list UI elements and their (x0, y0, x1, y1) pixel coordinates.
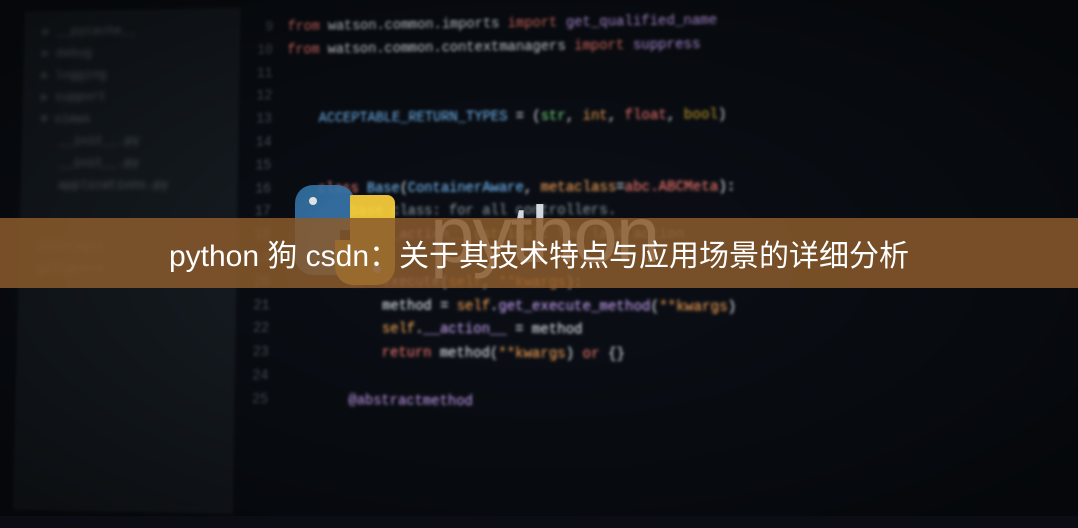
line-number: 22 (235, 318, 284, 342)
line-number: 25 (234, 389, 283, 413)
line-number: 24 (235, 365, 284, 389)
line-number: 23 (235, 342, 284, 366)
article-title: python 狗 csdn：关于其技术特点与应用场景的详细分析 (169, 231, 909, 275)
sidebar-item: __init__.py (21, 151, 238, 175)
title-banner: python 狗 csdn：关于其技术特点与应用场景的详细分析 (0, 218, 1078, 288)
sidebar-item: ▸ debug (24, 40, 240, 65)
line-number: 16 (237, 178, 285, 201)
line-number: 13 (238, 109, 286, 133)
sidebar-item: applications.py (21, 173, 238, 196)
line-number: 9 (240, 17, 288, 41)
line-number: 10 (239, 40, 287, 64)
line-number: 12 (239, 86, 287, 110)
sidebar-item: ▾ views (22, 106, 239, 130)
sidebar-item: __init__.py (22, 128, 239, 152)
sidebar-item: ▸ support (23, 84, 239, 108)
line-number: 15 (238, 155, 286, 178)
line-number: 11 (239, 63, 287, 87)
line-number: 14 (238, 132, 286, 155)
sidebar-item: ▸ logging (23, 62, 239, 87)
sidebar-item: ▸ __pycache__ (24, 18, 240, 43)
line-number: 21 (236, 295, 285, 319)
